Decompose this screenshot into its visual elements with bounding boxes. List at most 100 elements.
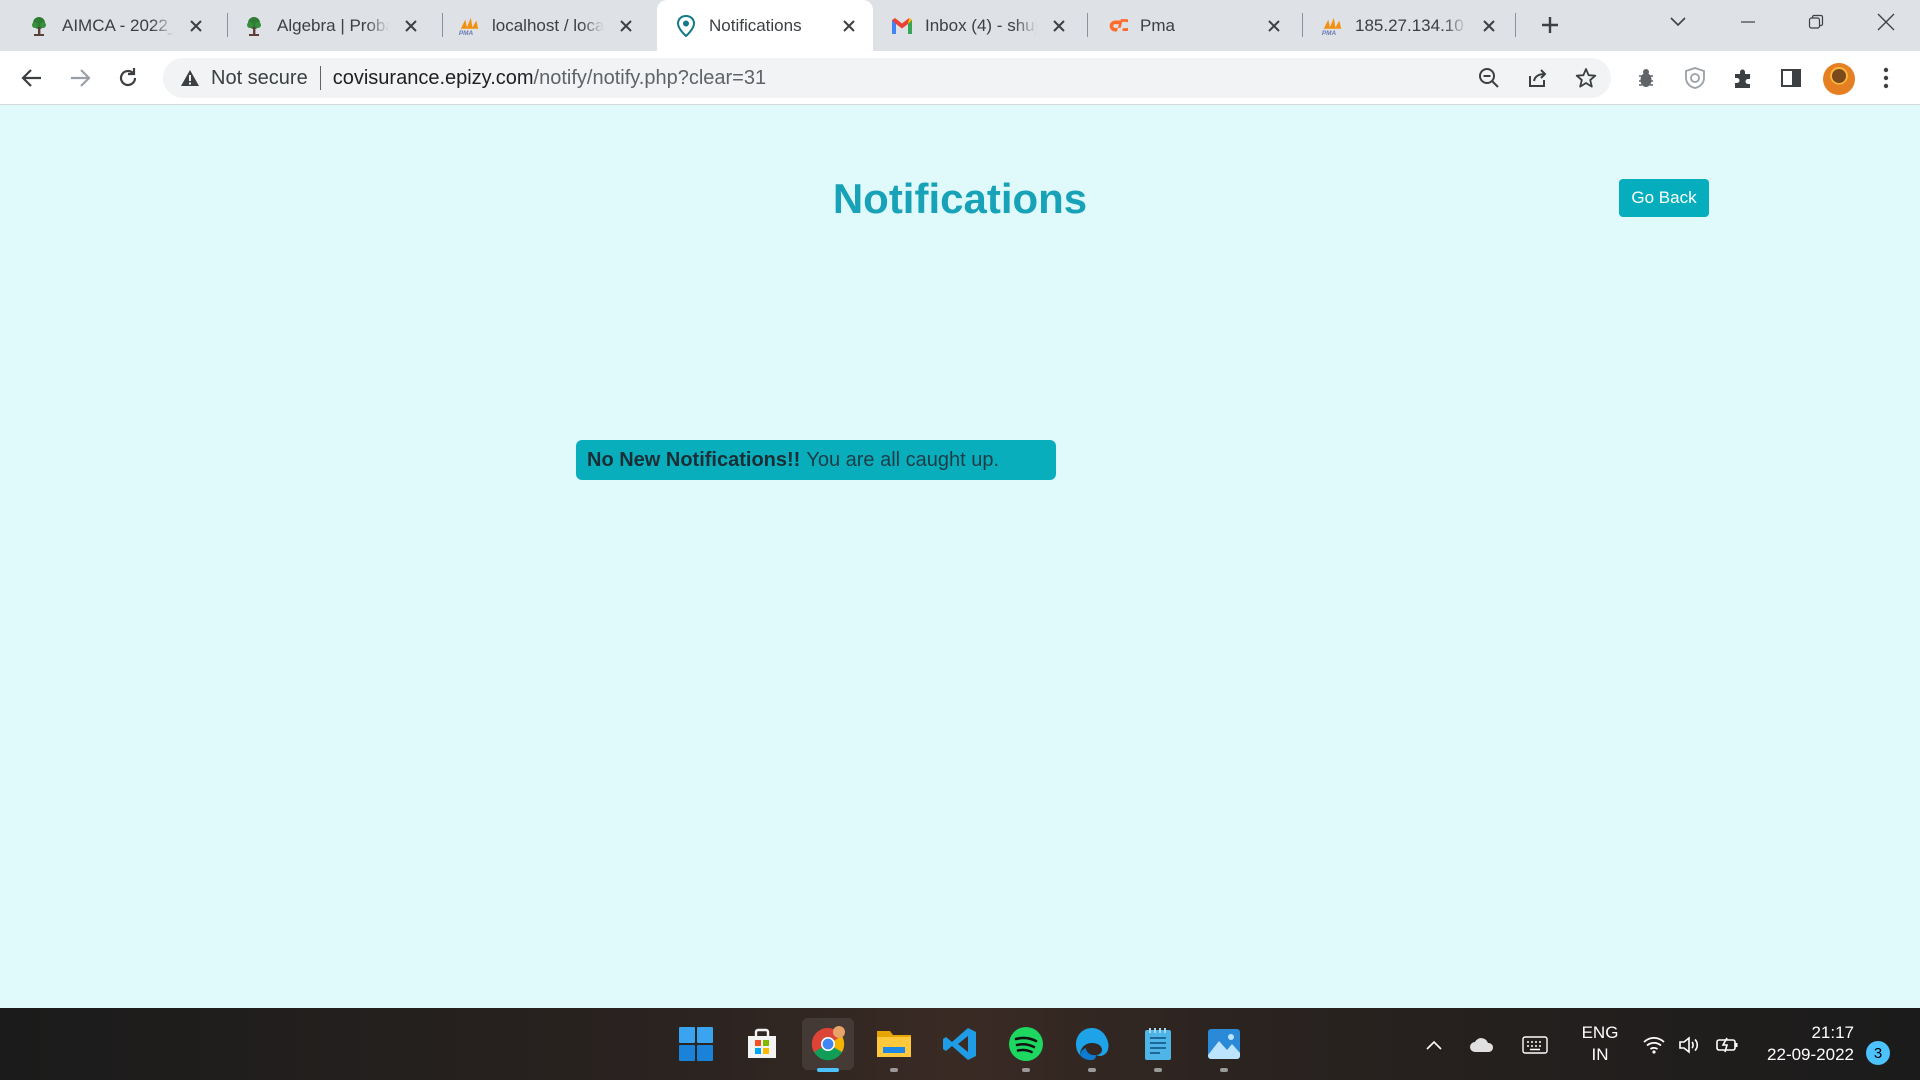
tab-title: localhost / loca <box>492 15 604 35</box>
tab-title: AIMCA - 2022_ <box>62 15 174 35</box>
arrow-right-icon <box>71 69 91 87</box>
battery-charging-icon[interactable] <box>1714 1032 1740 1058</box>
browser-toolbar: Not secure covisurance.epizy.com/notify/… <box>0 51 1920 105</box>
minimize-icon <box>1741 21 1755 23</box>
running-indicator <box>1022 1068 1030 1072</box>
tab-search-button[interactable] <box>1650 0 1706 44</box>
taskbar-edge[interactable] <box>1066 1018 1118 1072</box>
close-icon <box>1877 13 1895 31</box>
tree-logo-icon <box>28 15 50 37</box>
side-panel-icon[interactable] <box>1773 60 1809 96</box>
start-icon <box>679 1027 713 1061</box>
chrome-icon <box>811 1026 845 1061</box>
tab-inbox[interactable]: Inbox (4) - shuj <box>873 0 1083 51</box>
onedrive-cloud-icon[interactable] <box>1469 1032 1495 1058</box>
tab-algebra[interactable]: Algebra | Proba <box>225 0 435 51</box>
close-icon[interactable] <box>182 12 210 40</box>
clock-date: 22-09-2022 <box>1767 1045 1854 1064</box>
tab-pma[interactable]: Pma <box>1088 0 1298 51</box>
tab-title: Inbox (4) - shuj <box>925 15 1037 35</box>
start-button[interactable] <box>670 1018 722 1070</box>
close-icon[interactable] <box>397 12 425 40</box>
bookmark-star-icon[interactable] <box>1568 60 1604 96</box>
running-indicator <box>1220 1068 1228 1072</box>
kebab-menu-icon <box>1883 67 1889 89</box>
cpanel-icon <box>1106 15 1128 37</box>
wifi-icon[interactable] <box>1641 1032 1667 1058</box>
running-indicator <box>1088 1068 1096 1072</box>
close-window-button[interactable] <box>1858 0 1914 44</box>
address-bar[interactable]: Not secure covisurance.epizy.com/notify/… <box>163 58 1611 98</box>
tab-aimca[interactable]: AIMCA - 2022_ <box>10 0 220 51</box>
zoom-out-icon[interactable] <box>1471 60 1507 96</box>
tab-localhost[interactable]: PMA localhost / loca <box>440 0 650 51</box>
notepad-icon <box>1145 1028 1171 1060</box>
restore-button[interactable] <box>1788 0 1844 44</box>
minimize-button[interactable] <box>1720 0 1776 44</box>
avatar[interactable] <box>1823 63 1855 95</box>
reload-button[interactable] <box>110 60 146 96</box>
tab-title: Pma <box>1140 15 1175 35</box>
close-icon[interactable] <box>1475 12 1503 40</box>
taskbar-photos[interactable] <box>1198 1018 1250 1072</box>
forward-button[interactable] <box>62 60 98 96</box>
taskbar-vscode[interactable] <box>934 1018 986 1070</box>
tab-title: Notifications <box>709 15 802 35</box>
menu-button[interactable] <box>1868 60 1904 96</box>
extensions-puzzle-icon[interactable] <box>1725 60 1761 96</box>
spotify-icon <box>1009 1027 1043 1061</box>
tab-strip: AIMCA - 2022_ Algebra | Proba PMA localh… <box>0 0 1920 51</box>
language-code: ENG <box>1581 1023 1619 1042</box>
active-indicator <box>817 1068 839 1072</box>
clock-time: 21:17 <box>1811 1023 1854 1042</box>
alert-text: You are all caught up. <box>806 448 1000 471</box>
tab-title: 185.27.134.10 / <box>1355 15 1467 35</box>
notification-count-badge[interactable]: 3 <box>1866 1041 1890 1065</box>
tab-185-27-134-10[interactable]: PMA 185.27.134.10 / <box>1303 0 1513 51</box>
chevron-up-icon[interactable] <box>1421 1032 1447 1058</box>
url-host: covisurance.epizy.com <box>332 66 534 89</box>
taskbar-microsoft-store[interactable] <box>736 1018 788 1070</box>
go-back-button[interactable]: Go Back <box>1619 179 1709 217</box>
clock[interactable]: 21:17 22-09-2022 <box>1758 1022 1854 1066</box>
phpmyadmin-icon: PMA <box>458 15 480 37</box>
new-tab-button[interactable] <box>1534 9 1566 41</box>
chevron-down-icon <box>1670 17 1686 27</box>
plus-icon <box>1542 17 1558 33</box>
tab-notifications[interactable]: Notifications <box>657 0 873 51</box>
taskbar-chrome[interactable] <box>802 1018 854 1072</box>
warning-triangle-icon[interactable] <box>179 67 201 89</box>
language-indicator[interactable]: ENG IN <box>1576 1022 1624 1066</box>
keyboard-icon[interactable] <box>1522 1032 1548 1058</box>
edge-beta-icon <box>1076 1028 1109 1060</box>
arrow-left-icon <box>21 69 41 87</box>
running-indicator <box>1154 1068 1162 1072</box>
taskbar-spotify[interactable] <box>1000 1018 1052 1072</box>
tree-logo-icon <box>243 15 265 37</box>
security-label[interactable]: Not secure <box>211 67 308 90</box>
restore-icon <box>1808 14 1824 29</box>
close-icon[interactable] <box>1260 12 1288 40</box>
tab-title: Algebra | Proba <box>277 15 389 35</box>
share-icon[interactable] <box>1520 60 1556 96</box>
gmail-icon <box>891 15 913 37</box>
windows-taskbar: ENG IN 21:17 22-09-2022 3 <box>0 1008 1920 1080</box>
reload-icon <box>119 68 137 87</box>
location-pin-icon <box>675 14 697 37</box>
volume-icon[interactable] <box>1677 1032 1703 1058</box>
close-icon[interactable] <box>1045 12 1073 40</box>
shield-extension-icon[interactable] <box>1677 60 1713 96</box>
photos-icon <box>1208 1029 1240 1059</box>
running-indicator <box>890 1068 898 1072</box>
url-text[interactable]: covisurance.epizy.com/notify/notify.php?… <box>333 67 766 90</box>
alert-strong-text: No New Notifications!! <box>587 448 801 471</box>
bug-extension-icon[interactable] <box>1628 60 1664 96</box>
divider <box>319 66 321 90</box>
taskbar-file-explorer[interactable] <box>868 1018 920 1072</box>
back-button[interactable] <box>14 60 50 96</box>
close-icon[interactable] <box>835 12 863 40</box>
close-icon[interactable] <box>612 12 640 40</box>
taskbar-notepad[interactable] <box>1132 1018 1184 1072</box>
page-content: Notifications Go Back No New Notificatio… <box>0 106 1920 1008</box>
url-path: /notify/notify.php?clear=31 <box>533 66 767 89</box>
